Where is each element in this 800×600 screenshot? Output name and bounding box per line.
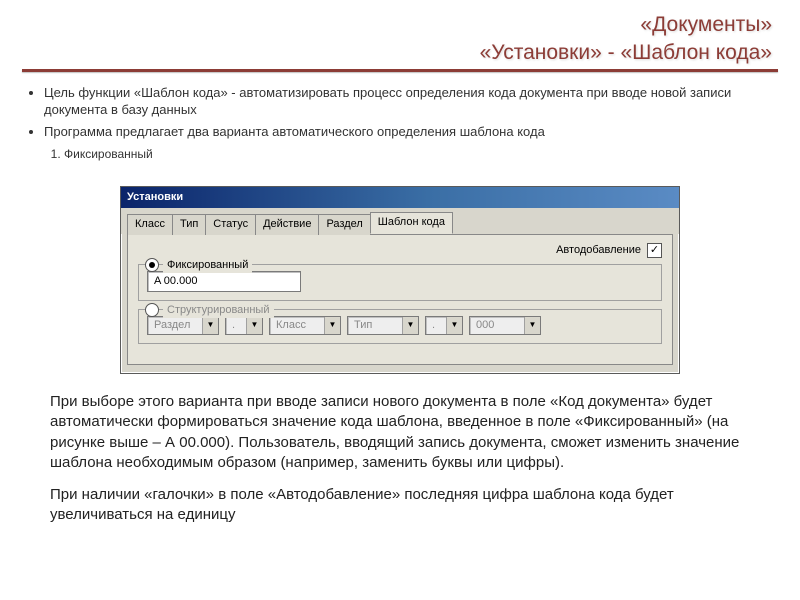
radio-dot-icon bbox=[149, 262, 155, 268]
tab-class[interactable]: Класс bbox=[127, 214, 173, 235]
paragraph-1: При выборе этого варианта при вводе запи… bbox=[50, 392, 750, 473]
header-line-2: «Установки» - «Шаблон кода» bbox=[22, 40, 778, 66]
group-fixed: Фиксированный A 00.000 bbox=[138, 264, 662, 301]
radio-fixed[interactable] bbox=[145, 258, 159, 272]
chevron-down-icon: ▼ bbox=[202, 317, 218, 334]
tab-status[interactable]: Статус bbox=[205, 214, 256, 235]
fixed-code-input[interactable]: A 00.000 bbox=[147, 271, 301, 292]
auto-add-label: Автодобавление bbox=[556, 243, 641, 258]
window-titlebar: Установки bbox=[121, 187, 679, 208]
chevron-down-icon: ▼ bbox=[446, 317, 462, 334]
chevron-down-icon: ▼ bbox=[324, 317, 340, 334]
document-page: «Документы» «Установки» - «Шаблон кода» … bbox=[0, 0, 800, 544]
group-structured: Структурированный Раздел ▼ . ▼ Класс ▼ bbox=[138, 309, 662, 344]
header-line-1: «Документы» bbox=[22, 12, 778, 38]
group-fixed-legend: Фиксированный bbox=[163, 258, 252, 273]
group-structured-legend: Структурированный bbox=[163, 303, 274, 318]
select-section[interactable]: Раздел ▼ bbox=[147, 316, 219, 335]
tab-bar: Класс Тип Статус Действие Раздел Шаблон … bbox=[121, 208, 679, 234]
tab-type[interactable]: Тип bbox=[172, 214, 206, 235]
bullet-item: Цель функции «Шаблон кода» - автоматизир… bbox=[44, 84, 778, 119]
check-icon: ✓ bbox=[650, 245, 659, 256]
chevron-down-icon: ▼ bbox=[402, 317, 418, 334]
chevron-down-icon: ▼ bbox=[524, 317, 540, 334]
tab-section[interactable]: Раздел bbox=[318, 214, 370, 235]
select-number[interactable]: 000 ▼ bbox=[469, 316, 541, 335]
settings-window: Установки Класс Тип Статус Действие Разд… bbox=[120, 186, 680, 374]
numbered-item: Фиксированный bbox=[64, 146, 778, 162]
select-sep-2[interactable]: . ▼ bbox=[425, 316, 463, 335]
bullet-item: Программа предлагает два варианта автома… bbox=[44, 123, 778, 141]
paragraph-2: При наличии «галочки» в поле «Автодобавл… bbox=[50, 485, 750, 526]
intro-bullets: Цель функции «Шаблон кода» - автоматизир… bbox=[22, 84, 778, 141]
numbered-list: Фиксированный bbox=[42, 146, 778, 162]
auto-add-row: Автодобавление ✓ bbox=[138, 243, 662, 258]
tab-action[interactable]: Действие bbox=[255, 214, 319, 235]
select-class[interactable]: Класс ▼ bbox=[269, 316, 341, 335]
auto-add-checkbox[interactable]: ✓ bbox=[647, 243, 662, 258]
structured-row: Раздел ▼ . ▼ Класс ▼ Тип bbox=[147, 316, 653, 335]
tab-panel: Автодобавление ✓ Фиксированный A 00.000 … bbox=[127, 234, 673, 365]
select-type[interactable]: Тип ▼ bbox=[347, 316, 419, 335]
chevron-down-icon: ▼ bbox=[246, 317, 262, 334]
screenshot-container: Установки Класс Тип Статус Действие Разд… bbox=[120, 186, 680, 374]
header-divider bbox=[22, 69, 778, 72]
radio-structured[interactable] bbox=[145, 303, 159, 317]
tab-code-template[interactable]: Шаблон кода bbox=[370, 212, 453, 234]
select-sep-1[interactable]: . ▼ bbox=[225, 316, 263, 335]
